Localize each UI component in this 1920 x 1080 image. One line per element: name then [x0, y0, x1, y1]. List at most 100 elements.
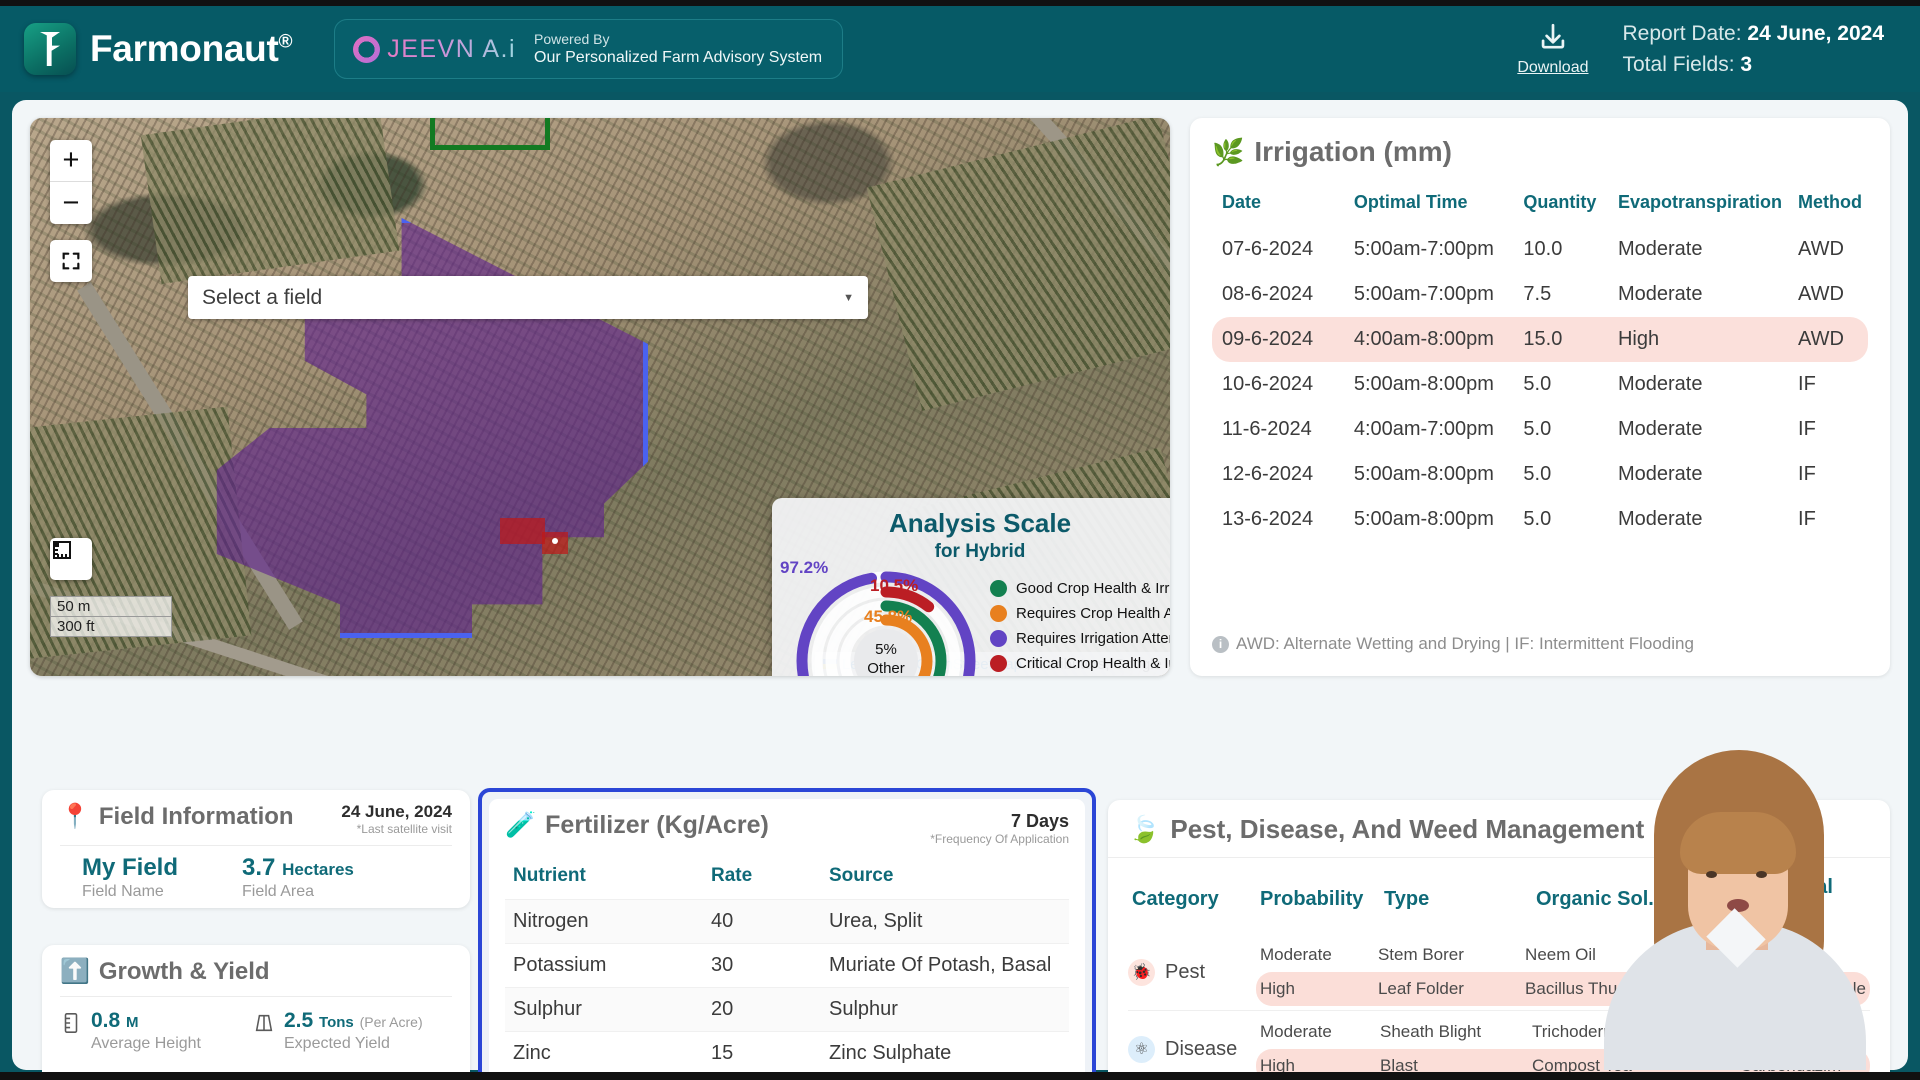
pest-table: Category Probability Type Organic Sol. C… — [1128, 862, 1870, 1080]
cell-optimal-time: 5:00am-7:00pm — [1353, 238, 1494, 260]
legend-item: Requires Irrigation Attention — [990, 626, 1170, 651]
jeevn-ai-badge[interactable]: JEEVN A.i Powered By Our Personalized Fa… — [334, 19, 844, 79]
cell-category: 🐞 Pest — [1128, 934, 1256, 1011]
zoom-out-button[interactable]: − — [50, 182, 92, 224]
table-row: Sulphur 20 Sulphur — [505, 987, 1069, 1032]
field-plot-icon — [255, 1014, 273, 1032]
cell-organic-solution: Bacillus Thuringiensis — [1521, 972, 1725, 1006]
cell-nutrient: Potassium — [505, 943, 703, 988]
cell-group-rows: Moderate Sheath Blight Trichoderma Hexacona… — [1256, 1011, 1870, 1080]
cell-organic-solution: Trichoderma — [1532, 1022, 1627, 1041]
download-button[interactable]: Download — [1517, 21, 1589, 77]
fullscreen-icon — [62, 252, 80, 270]
cell-quantity: 15.0 — [1513, 317, 1608, 362]
irrigation-body: 07-6-2024 5:00am-7:00pm 10.0 Moderate AWD 08-… — [1212, 227, 1868, 542]
fullscreen-button[interactable] — [50, 240, 92, 282]
table-row: Zinc 15 Zinc Sulphate — [505, 1031, 1069, 1076]
cell-evapotranspiration: Moderate — [1617, 463, 1703, 485]
cell-type: Sheath Blight — [1380, 1022, 1482, 1041]
cell-rate: 40 — [703, 899, 821, 944]
table-row: 🐞 Pest Moderate Stem Borer Neem Oil Fipronil H… — [1128, 934, 1870, 1011]
jeevn-ring-icon — [353, 35, 381, 63]
table-row: ⚛ Disease Moderate Sheath Blight Trichoderma… — [1128, 1010, 1870, 1080]
field-select-dropdown[interactable]: Select a field ▼ — [188, 276, 868, 319]
table-row: 11-6-2024 4:00am-7:00pm 5.0 Moderate IF — [1212, 407, 1868, 452]
ruler-icon — [53, 541, 71, 559]
cell-group-rows: Moderate Stem Borer Neem Oil Fipronil High Le… — [1256, 934, 1870, 1011]
cell-quantity: 5.0 — [1523, 373, 1552, 395]
legend-swatch-good — [990, 580, 1007, 597]
field-center-marker — [552, 538, 558, 544]
cell-optimal-time: 5:00am-8:00pm — [1353, 508, 1494, 530]
field-info-title: Field Information — [98, 802, 294, 830]
analysis-center-name: Other — [867, 659, 905, 676]
average-height-label: Average Height — [91, 1035, 201, 1052]
expected-yield-value: 2.5 — [284, 1009, 314, 1032]
category-label: Pest — [1165, 960, 1206, 983]
legend-item: Critical Crop Health & Irrigation — [990, 651, 1170, 676]
field-info-date: 24 June, 2024 — [341, 802, 452, 821]
measure-button[interactable] — [50, 538, 92, 580]
growth-yield-title-row: ⬆️ Growth & Yield — [60, 957, 452, 986]
map-card[interactable]: + − 50 m 300 ft Select a field ▼ Analysi… — [30, 118, 1170, 676]
field-info-title-row: 📍 Field Information — [60, 802, 294, 831]
col-category: Category — [1132, 887, 1219, 910]
map-scale-bar: 50 m 300 ft — [50, 596, 172, 637]
cell-quantity: 5.0 — [1523, 418, 1552, 440]
cell-quantity: 5.0 — [1523, 508, 1552, 530]
analysis-center-value: 5% — [875, 641, 897, 658]
field-info-header: 📍 Field Information 24 June, 2024 *Last … — [60, 802, 452, 836]
cell-chemical-solution: Chlorantraniliprole — [1724, 972, 1870, 1006]
pest-subtable: Moderate Stem Borer Neem Oil Fipronil High Le… — [1256, 938, 1870, 1006]
irrigation-title-row: 🌿 Irrigation (mm) — [1212, 136, 1868, 168]
cell-date: 11-6-2024 — [1222, 418, 1312, 440]
divider — [1108, 857, 1890, 858]
chevron-down-icon: ▼ — [843, 291, 854, 304]
analysis-scale-panel: Analysis Scale for Hybrid 97.2% 10.5% 45… — [772, 498, 1170, 676]
cell-method: IF — [1798, 373, 1816, 395]
cell-quantity: 10.0 — [1523, 238, 1563, 260]
cell-source: Urea, Split — [821, 899, 1069, 944]
cell-quantity: 5.0 — [1523, 463, 1552, 485]
pest-subtable: Moderate Sheath Blight Trichoderma Hexacona… — [1256, 1015, 1870, 1080]
cell-optimal-time: 5:00am-7:00pm — [1353, 283, 1494, 305]
analysis-title: Analysis Scale — [888, 508, 1072, 538]
download-icon — [1541, 23, 1565, 49]
cell-chemical-solution: Hexaconazole — [1740, 1022, 1848, 1041]
cell-method: IF — [1798, 418, 1816, 440]
map-zoom-control[interactable]: + − — [50, 140, 92, 224]
legend-swatch-irrigation — [990, 630, 1007, 647]
legend-swatch-crop-health — [990, 605, 1007, 622]
zoom-in-button[interactable]: + — [50, 140, 92, 182]
cell-type: Leaf Folder — [1373, 972, 1522, 1006]
table-row: Nitrogen 40 Urea, Split — [505, 899, 1069, 944]
pest-disease-weed-card: 🍃 Pest, Disease, And Weed Management Cat… — [1108, 800, 1890, 1080]
farmonaut-leaf-icon — [24, 23, 76, 75]
field-area-value-row: 3.7 Hectares — [242, 854, 354, 882]
brand-logo[interactable]: Farmonaut® — [24, 23, 292, 75]
fertilizer-card: 🧪 Fertilizer (Kg/Acre) 7 Days *Frequency… — [489, 799, 1085, 1080]
legend-label: Requires Irrigation Attention — [1016, 630, 1170, 647]
cell-date: 13-6-2024 — [1222, 508, 1314, 530]
jeevn-tagline-block: Powered By Our Personalized Farm Advisor… — [534, 31, 822, 68]
total-fields-row: Total Fields: 3 — [1623, 49, 1885, 81]
table-row: High Leaf Folder Bacillus Thuringiensis Chl… — [1256, 972, 1870, 1006]
expected-yield-note: (Per Acre) — [359, 1014, 423, 1030]
pest-header-row: Category Probability Type Organic Sol. C… — [1128, 862, 1870, 934]
cell-optimal-time: 5:00am-8:00pm — [1353, 463, 1494, 485]
analysis-radial-chart: 97.2% 10.5% 45.8% 40.8% 5% Other — [780, 558, 986, 676]
legend-label: Requires Crop Health Attention — [1016, 605, 1170, 622]
brand-name: Farmonaut® — [90, 28, 292, 70]
expected-yield-value-row: 2.5 Tons (Per Acre) — [284, 1009, 423, 1033]
analysis-legend: Good Crop Health & Irrigation Requires C… — [990, 576, 1170, 676]
cell-optimal-time: 4:00am-7:00pm — [1353, 418, 1494, 440]
virus-icon: ⚛ — [1128, 1035, 1155, 1063]
registered-trademark-icon: ® — [278, 31, 293, 53]
table-row: 09-6-2024 4:00am-8:00pm 15.0 High AWD — [1212, 317, 1868, 362]
map-crop-rows — [866, 118, 1170, 411]
cell-probability: Moderate — [1260, 1022, 1332, 1041]
cell-date: 12-6-2024 — [1222, 463, 1314, 485]
irrigation-card: 🌿 Irrigation (mm) Date Optimal Time Quan… — [1190, 118, 1890, 676]
cell-method: IF — [1798, 463, 1816, 485]
map-pin-icon: 📍 — [60, 803, 90, 830]
